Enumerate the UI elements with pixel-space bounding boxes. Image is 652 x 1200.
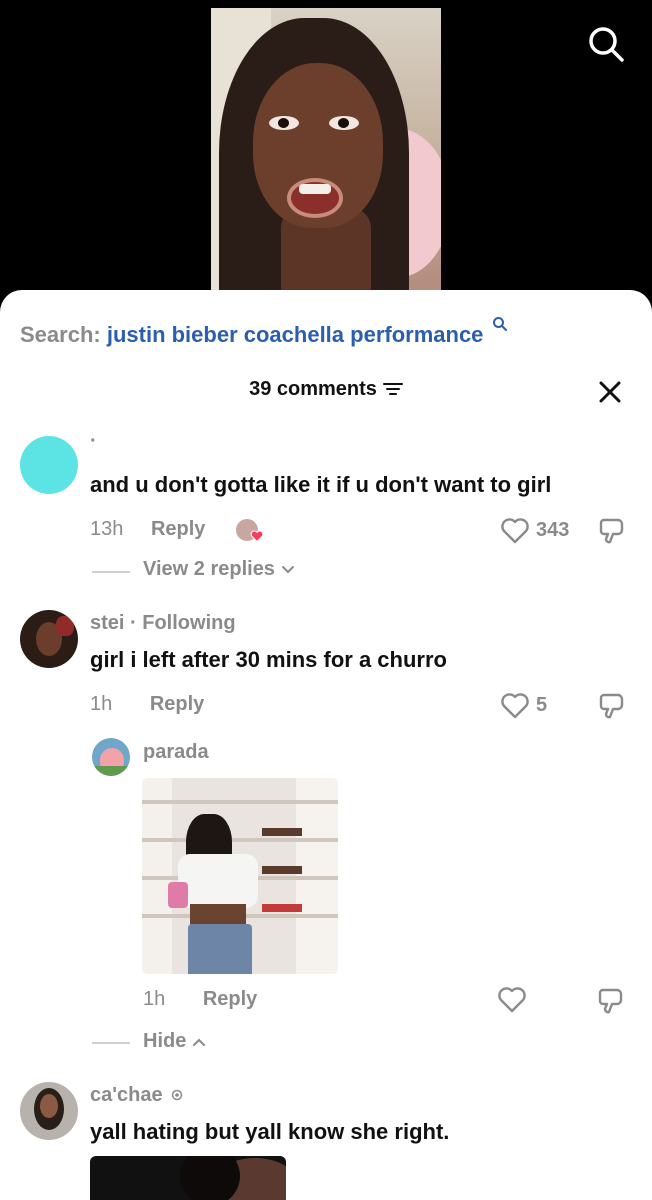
hide-label: Hide xyxy=(143,1030,187,1052)
reply-button[interactable]: Reply xyxy=(150,693,204,715)
related-search-link[interactable]: Search: justin bieber coachella performa… xyxy=(20,316,508,348)
comment-time: 1h xyxy=(90,693,113,715)
reply-button[interactable]: Reply xyxy=(151,518,205,540)
dislike-icon[interactable] xyxy=(598,516,628,546)
comments-header[interactable]: 39 comments xyxy=(0,378,652,401)
view-replies-label: View 2 replies xyxy=(143,558,275,580)
comment-meta: 13h Reply xyxy=(90,518,205,541)
avatar[interactable] xyxy=(20,610,78,668)
comment-time: 13h xyxy=(90,518,124,540)
reply-meta: 1h Reply xyxy=(143,988,257,1011)
avatar-accent xyxy=(56,616,74,636)
like-count: 5 xyxy=(536,693,548,716)
comment-username-row: stei · Following xyxy=(90,612,236,635)
comment-username-row: ca'chae xyxy=(90,1084,183,1107)
search-icon[interactable] xyxy=(586,24,626,64)
comment-text: girl i left after 30 mins for a churro xyxy=(90,647,447,672)
image-person-waist xyxy=(190,904,246,926)
video-player[interactable] xyxy=(0,0,652,300)
like-count: 343 xyxy=(536,518,570,541)
comments-count: 39 comments xyxy=(249,378,377,400)
comment-meta: 1h Reply xyxy=(90,693,204,716)
related-search-prefix: Search: xyxy=(20,322,101,347)
video-thumbnail[interactable] xyxy=(211,8,441,300)
replies-divider xyxy=(92,571,130,573)
heart-icon[interactable] xyxy=(500,516,530,544)
comment-text: and u don't gotta like it if u don't wan… xyxy=(90,472,552,497)
status-ring-icon xyxy=(171,1089,183,1101)
dislike-icon[interactable] xyxy=(597,986,627,1016)
hide-divider xyxy=(92,1042,130,1044)
chevron-down-icon xyxy=(281,566,294,574)
heart-icon[interactable] xyxy=(500,691,530,719)
image-person-jeans xyxy=(188,924,252,974)
filter-icon[interactable] xyxy=(382,382,403,396)
chevron-up-icon xyxy=(192,1038,205,1046)
comment-username[interactable]: · xyxy=(90,430,97,453)
comment-username[interactable]: ca'chae xyxy=(90,1084,163,1106)
reply-time: 1h xyxy=(143,988,166,1010)
avatar-face xyxy=(40,1094,58,1118)
reply-username[interactable]: parada xyxy=(143,741,209,764)
image-person-shirt xyxy=(178,854,258,908)
close-icon[interactable] xyxy=(596,378,624,406)
avatar[interactable] xyxy=(20,436,78,494)
creator-liked-badge xyxy=(234,517,266,545)
preview-person-hair xyxy=(180,1156,240,1200)
heart-icon[interactable] xyxy=(497,985,527,1013)
avatar[interactable] xyxy=(20,1082,78,1140)
reply-image[interactable] xyxy=(142,778,338,974)
comment-media-preview[interactable] xyxy=(90,1156,286,1200)
like-button[interactable]: 5 xyxy=(500,690,547,720)
closet-shoes xyxy=(262,866,302,874)
avatar[interactable] xyxy=(92,738,130,776)
heart-badge-icon xyxy=(250,530,264,543)
video-person-eye-right xyxy=(329,116,359,130)
following-label: · Following xyxy=(130,612,236,634)
reply-button[interactable]: Reply xyxy=(203,988,257,1010)
comment-username[interactable]: stei xyxy=(90,612,124,634)
closet-shoes xyxy=(262,828,302,836)
dislike-icon[interactable] xyxy=(598,691,628,721)
image-person-bag xyxy=(168,882,188,908)
hide-replies-button[interactable]: Hide xyxy=(143,1030,206,1053)
related-search-query[interactable]: justin bieber coachella performance xyxy=(107,322,484,347)
comment-text: yall hating but yall know she right. xyxy=(90,1119,450,1144)
closet-shelf xyxy=(142,800,338,804)
video-person-eye-left xyxy=(269,116,299,130)
closet-shoes xyxy=(262,904,302,912)
closet-shelf xyxy=(142,838,338,842)
video-person-mouth xyxy=(287,178,343,218)
comments-sheet: Search: justin bieber coachella performa… xyxy=(0,290,652,1200)
view-replies-button[interactable]: View 2 replies xyxy=(143,558,295,581)
search-small-icon xyxy=(492,317,507,331)
like-button[interactable]: 343 xyxy=(500,515,569,545)
avatar-ground xyxy=(92,766,130,776)
